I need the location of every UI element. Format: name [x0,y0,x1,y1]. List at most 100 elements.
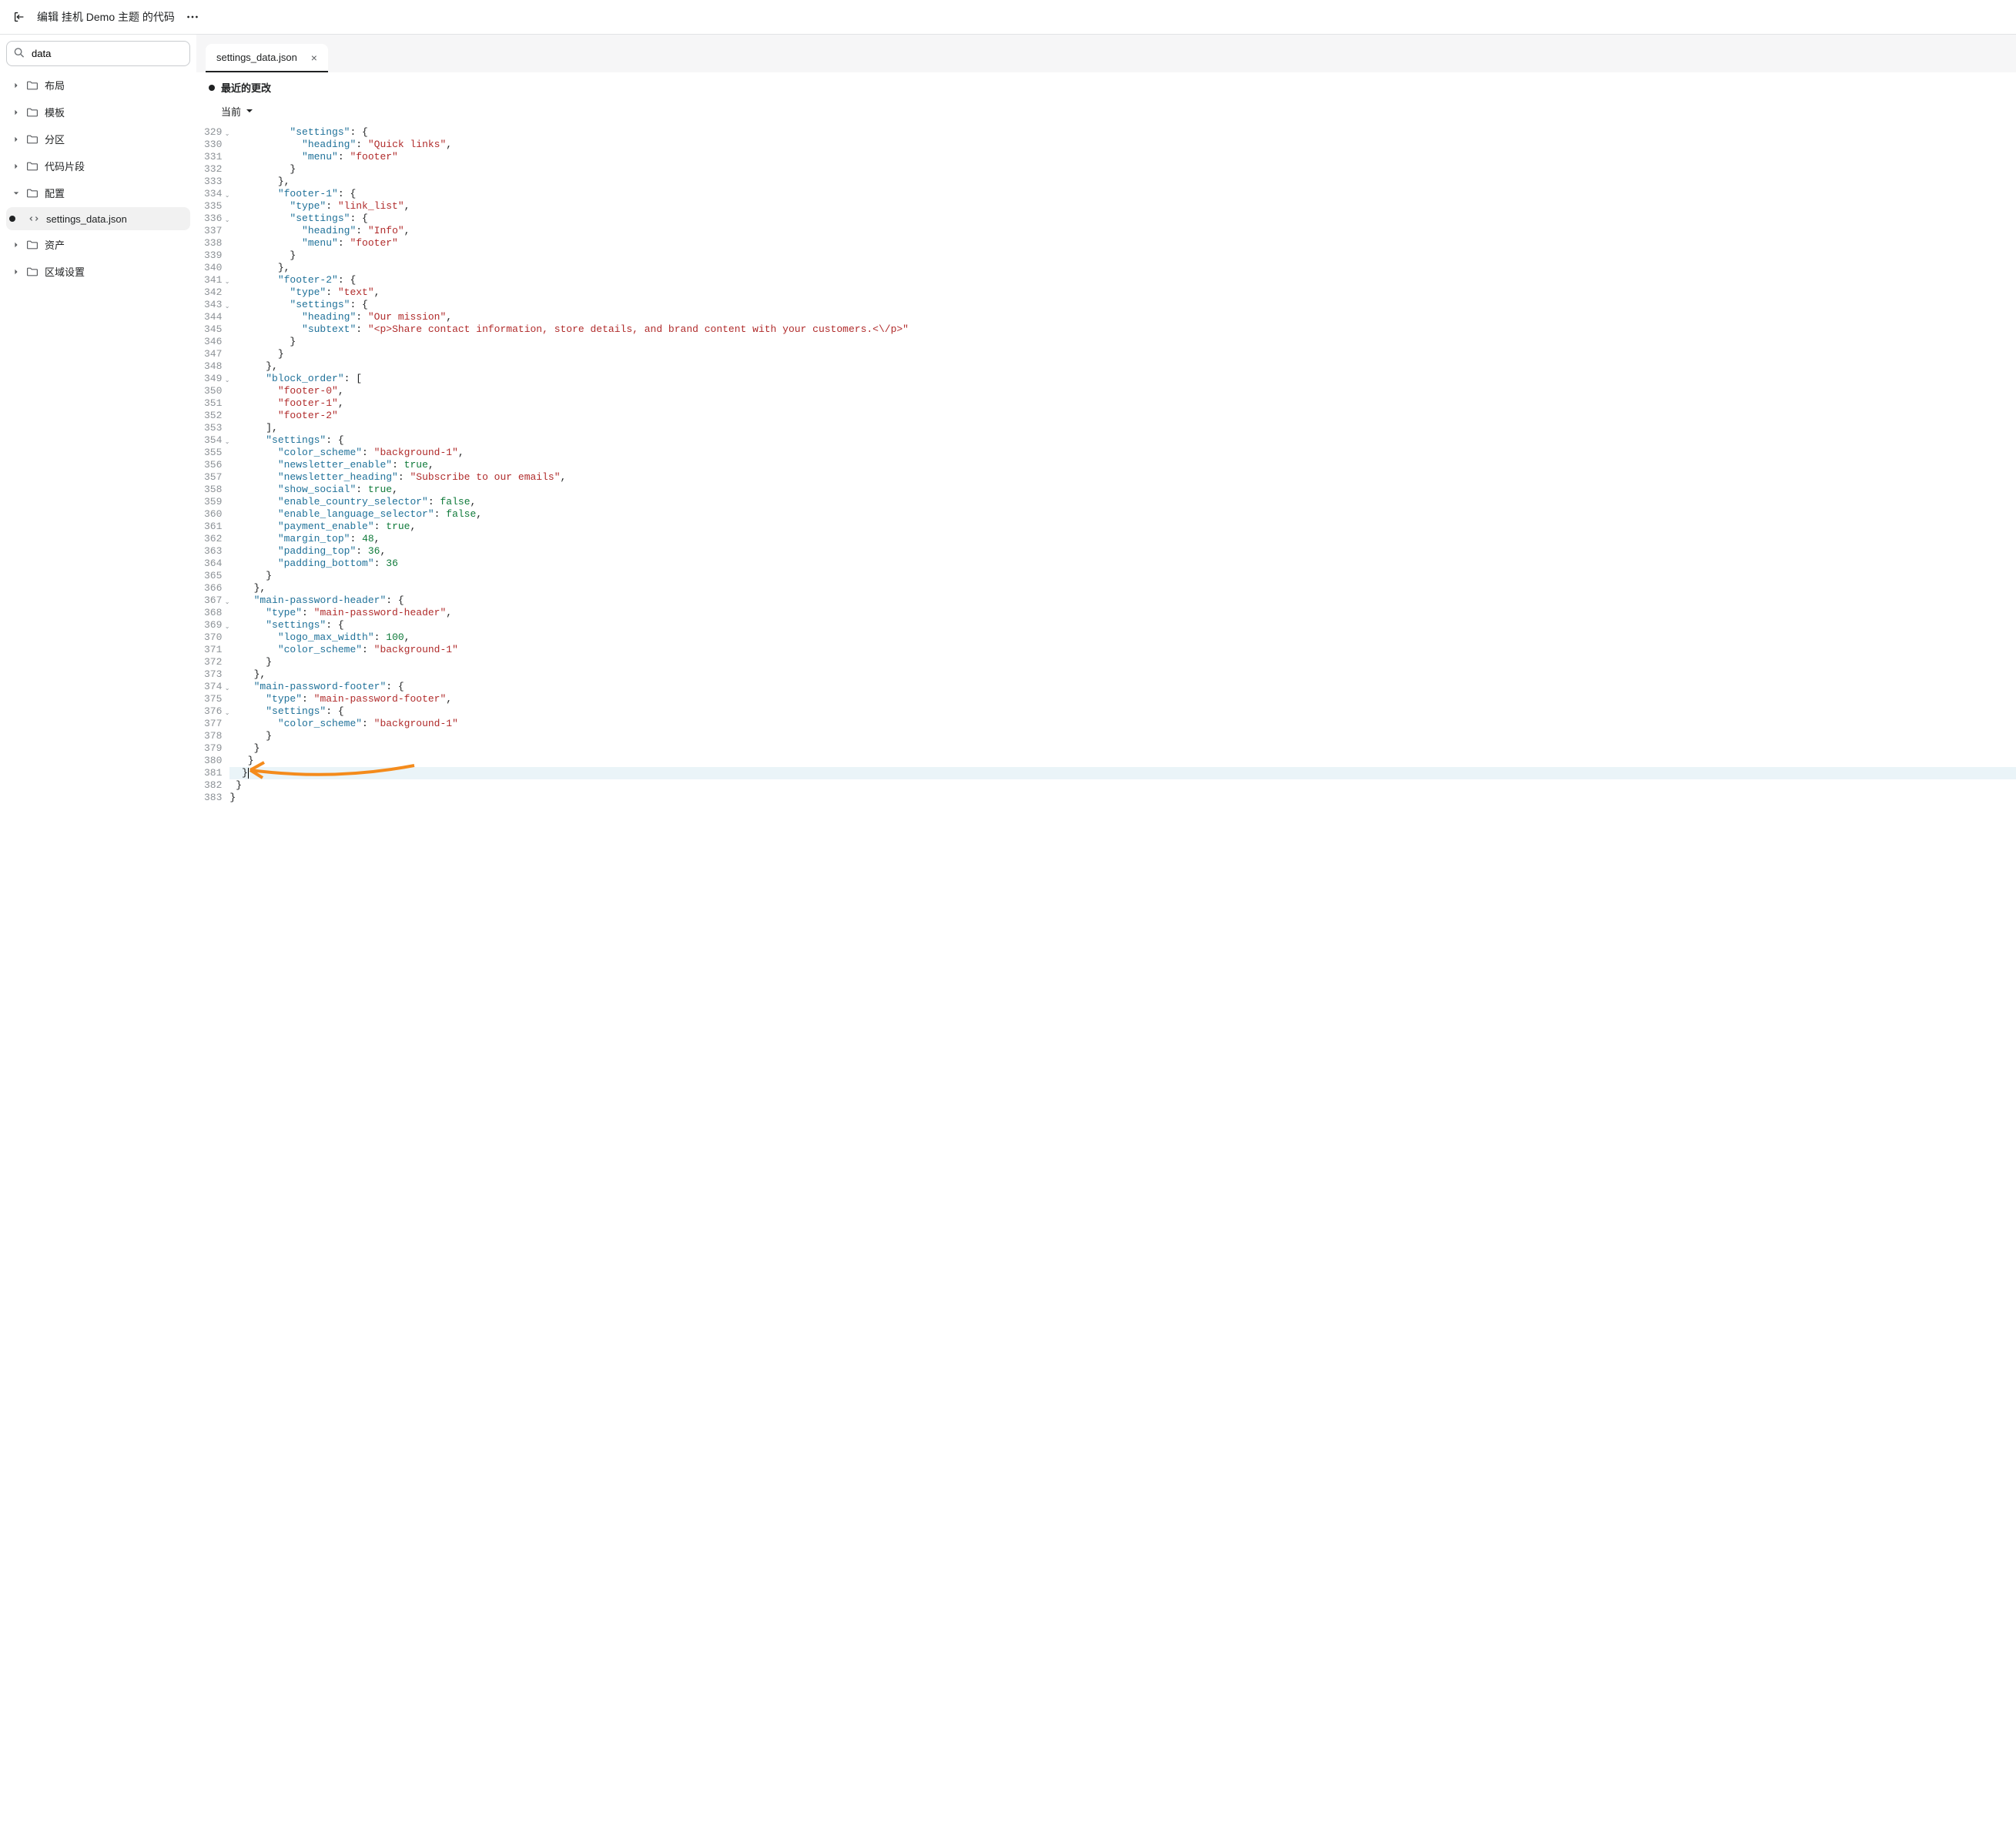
code-line[interactable]: }, [229,176,2016,188]
chevron-down-icon [246,106,253,117]
code-line[interactable]: } [229,767,2016,779]
code-line[interactable]: "padding_top": 36, [229,545,2016,558]
sidebar-item-assets[interactable]: 资产 [6,232,190,257]
folder-icon [26,160,39,173]
code-line[interactable]: "type": "main-password-header", [229,607,2016,619]
code-line[interactable]: } [229,336,2016,348]
tab-settings-data[interactable]: settings_data.json × [206,44,328,72]
code-line[interactable]: "settings": { [229,213,2016,225]
changes-current-label: 当前 [221,104,241,119]
code-line[interactable]: } [229,779,2016,792]
code-line[interactable]: "payment_enable": true, [229,521,2016,533]
editor-panel: settings_data.json × 最近的更改 当前 329⌄330331… [196,35,2016,1829]
folder-icon [26,79,39,92]
sidebar-item-locales[interactable]: 区域设置 [6,259,190,284]
code-line[interactable]: "enable_language_selector": false, [229,508,2016,521]
code-line[interactable]: } [229,656,2016,668]
chevron-right-icon [12,109,20,116]
code-line[interactable]: "settings": { [229,705,2016,718]
code-line[interactable]: } [229,792,2016,804]
code-line[interactable]: "color_scheme": "background-1" [229,644,2016,656]
code-line[interactable]: } [229,250,2016,262]
search-input[interactable] [6,41,190,66]
tree-label: 分区 [45,132,184,146]
code-line[interactable]: "settings": { [229,126,2016,139]
code-line[interactable]: } [229,163,2016,176]
code-line[interactable]: "block_order": [ [229,373,2016,385]
close-icon[interactable]: × [311,52,317,63]
code-line[interactable]: "menu": "footer" [229,237,2016,250]
code-line[interactable]: "margin_top": 48, [229,533,2016,545]
code-line[interactable]: } [229,755,2016,767]
tab-label: settings_data.json [216,52,297,63]
code-line[interactable]: "footer-1", [229,397,2016,410]
chevron-right-icon [12,242,20,248]
code-editor[interactable]: 329⌄330331332333334⌄335336⌄3373383393403… [196,126,2016,1829]
code-line[interactable]: "footer-1": { [229,188,2016,200]
tab-bar: settings_data.json × [196,44,2016,72]
folder-icon [26,266,39,278]
search-icon [14,47,25,60]
code-line[interactable]: "menu": "footer" [229,151,2016,163]
code-line[interactable]: "type": "main-password-footer", [229,693,2016,705]
code-line[interactable]: "settings": { [229,619,2016,631]
code-line[interactable]: } [229,570,2016,582]
code-line[interactable]: "footer-2" [229,410,2016,422]
tree-label: 区域设置 [45,264,184,279]
tree-label: 资产 [45,237,184,252]
modified-dot-icon [9,216,15,222]
chevron-right-icon [12,163,20,169]
exit-icon[interactable] [12,10,26,24]
code-line[interactable]: "logo_max_width": 100, [229,631,2016,644]
code-line[interactable]: "main-password-footer": { [229,681,2016,693]
code-line[interactable]: }, [229,360,2016,373]
code-line[interactable]: ], [229,422,2016,434]
header: 编辑 挂机 Demo 主题 的代码 [0,0,2016,35]
changes-dropdown[interactable]: 当前 [196,99,2016,126]
sidebar-item-config[interactable]: 配置 [6,180,190,206]
sidebar-item-sections[interactable]: 分区 [6,126,190,152]
code-line[interactable]: } [229,730,2016,742]
code-line[interactable]: "newsletter_heading": "Subscribe to our … [229,471,2016,484]
code-line[interactable]: "show_social": true, [229,484,2016,496]
code-line[interactable]: "footer-2": { [229,274,2016,286]
code-line[interactable]: "heading": "Info", [229,225,2016,237]
code-line[interactable]: "type": "link_list", [229,200,2016,213]
code-line[interactable]: }, [229,668,2016,681]
chevron-right-icon [12,269,20,275]
code-line[interactable]: "type": "text", [229,286,2016,299]
code-line[interactable]: "color_scheme": "background-1" [229,718,2016,730]
code-line[interactable]: "main-password-header": { [229,595,2016,607]
folder-icon [26,133,39,146]
tree-label: settings_data.json [46,213,184,225]
sidebar-item-templates[interactable]: 模板 [6,99,190,125]
sidebar-item-snippets[interactable]: 代码片段 [6,153,190,179]
recent-changes-label: 最近的更改 [221,80,271,95]
code-line[interactable]: "color_scheme": "background-1", [229,447,2016,459]
code-line[interactable]: "footer-0", [229,385,2016,397]
code-line[interactable]: } [229,742,2016,755]
code-line[interactable]: "padding_bottom": 36 [229,558,2016,570]
sidebar: 布局 模板 分区 代码片段 配置 [0,35,196,1829]
code-line[interactable]: "heading": "Quick links", [229,139,2016,151]
code-line[interactable]: "subtext": "<p>Share contact information… [229,323,2016,336]
sidebar-item-layout[interactable]: 布局 [6,72,190,98]
chevron-right-icon [12,82,20,89]
code-line[interactable]: }, [229,262,2016,274]
code-content[interactable]: "settings": { "heading": "Quick links", … [228,126,2016,1829]
tree-label: 配置 [45,186,184,200]
page-title: 编辑 挂机 Demo 主题 的代码 [37,9,175,25]
code-line[interactable]: "settings": { [229,299,2016,311]
more-icon[interactable] [186,10,199,24]
recent-changes-header[interactable]: 最近的更改 [209,80,2004,95]
folder-icon [26,106,39,119]
code-line[interactable]: }, [229,582,2016,595]
code-line[interactable]: } [229,348,2016,360]
code-line[interactable]: "enable_country_selector": false, [229,496,2016,508]
code-line[interactable]: "newsletter_enable": true, [229,459,2016,471]
folder-icon [26,239,39,251]
tree-label: 代码片段 [45,159,184,173]
sidebar-item-settings-data[interactable]: settings_data.json [6,207,190,230]
code-line[interactable]: "heading": "Our mission", [229,311,2016,323]
code-line[interactable]: "settings": { [229,434,2016,447]
